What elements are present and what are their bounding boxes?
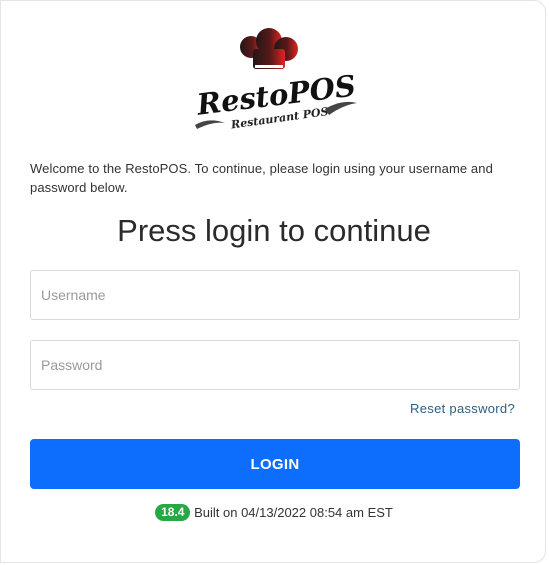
build-date-text: Built on 04/13/2022 08:54 am EST	[194, 505, 393, 520]
build-info: 18.4 Built on 04/13/2022 08:54 am EST	[1, 504, 547, 521]
password-input[interactable]	[30, 340, 520, 390]
welcome-text: Welcome to the RestoPOS. To continue, pl…	[30, 161, 493, 195]
chef-hat-icon	[240, 28, 298, 76]
page-title: Press login to continue	[117, 213, 431, 248]
version-badge: 18.4	[155, 504, 191, 521]
login-card: RestoPOS Restaurant POS Welcome to the R…	[0, 0, 546, 563]
reset-password-link[interactable]: Reset password?	[410, 401, 515, 416]
restopos-logo: RestoPOS Restaurant POS	[194, 28, 358, 132]
username-input[interactable]	[30, 270, 520, 320]
login-button[interactable]: LOGIN	[30, 439, 520, 489]
